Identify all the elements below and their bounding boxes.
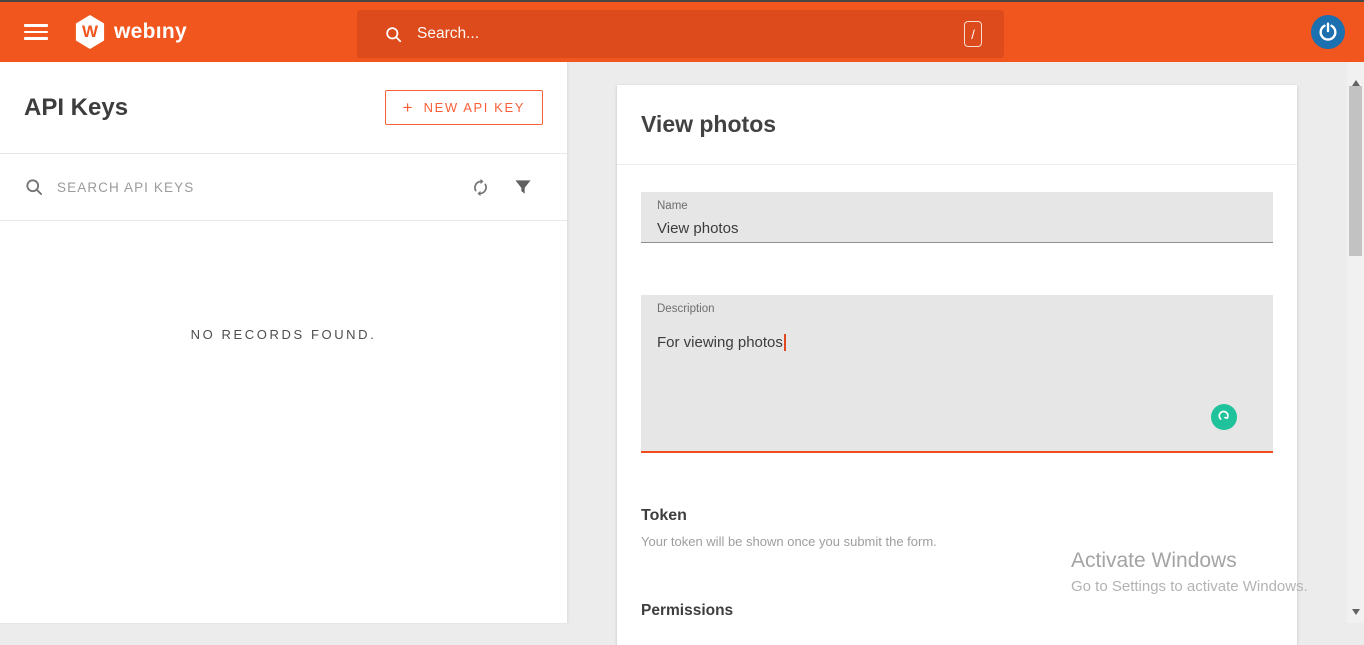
power-extension-icon[interactable] <box>1311 15 1345 49</box>
scrollbar-thumb[interactable] <box>1349 86 1362 256</box>
search-icon <box>24 177 44 197</box>
form-title: View photos <box>641 111 776 138</box>
token-helper-text: Your token will be shown once you submit… <box>641 534 1273 549</box>
webiny-logo-letter: W <box>82 22 98 42</box>
webiny-logo-icon[interactable]: W <box>74 15 106 49</box>
window-top-border <box>0 0 1364 2</box>
scrollbar-down-arrow[interactable] <box>1352 609 1360 615</box>
name-input[interactable] <box>641 192 1273 242</box>
global-search-input[interactable] <box>417 25 964 43</box>
app-header: W webıny / <box>0 2 1364 62</box>
refresh-button[interactable] <box>466 173 495 202</box>
plus-icon: + <box>403 98 413 118</box>
new-api-key-button[interactable]: + NEW API KEY <box>385 90 543 125</box>
form-card-header: View photos <box>617 85 1297 165</box>
filter-button[interactable] <box>509 173 537 201</box>
filter-icon <box>513 177 533 197</box>
global-search-bar[interactable]: / <box>357 10 1004 58</box>
text-cursor <box>784 334 786 351</box>
description-field[interactable]: Description For viewing photos <box>641 295 1273 453</box>
grammarly-icon[interactable] <box>1211 404 1237 430</box>
sidebar-header: API Keys + NEW API KEY <box>0 62 567 154</box>
description-field-label: Description <box>657 303 715 315</box>
name-field[interactable]: Name <box>641 192 1273 243</box>
api-keys-search-input[interactable] <box>57 180 466 195</box>
api-keys-search-row <box>0 154 567 221</box>
page-title: API Keys <box>24 94 128 122</box>
description-value: For viewing photos <box>657 334 786 351</box>
search-icon <box>384 25 403 44</box>
empty-state-message: NO RECORDS FOUND. <box>0 327 567 342</box>
webiny-wordmark: webıny <box>114 20 187 44</box>
permissions-heading: Permissions <box>641 602 1273 620</box>
api-keys-list-panel: API Keys + NEW API KEY NO RECORDS FOUND. <box>0 62 567 623</box>
api-key-form-card: View photos Name Description For viewing… <box>617 85 1297 645</box>
form-card-body: Name Description For viewing photos Toke… <box>617 192 1297 620</box>
refresh-icon <box>470 177 491 198</box>
name-field-label: Name <box>657 200 688 212</box>
token-heading: Token <box>641 507 1273 525</box>
vertical-scrollbar[interactable] <box>1347 62 1364 623</box>
slash-shortcut-hint: / <box>964 21 982 47</box>
hamburger-menu-icon[interactable] <box>24 24 48 40</box>
new-api-key-button-label: NEW API KEY <box>424 100 525 115</box>
